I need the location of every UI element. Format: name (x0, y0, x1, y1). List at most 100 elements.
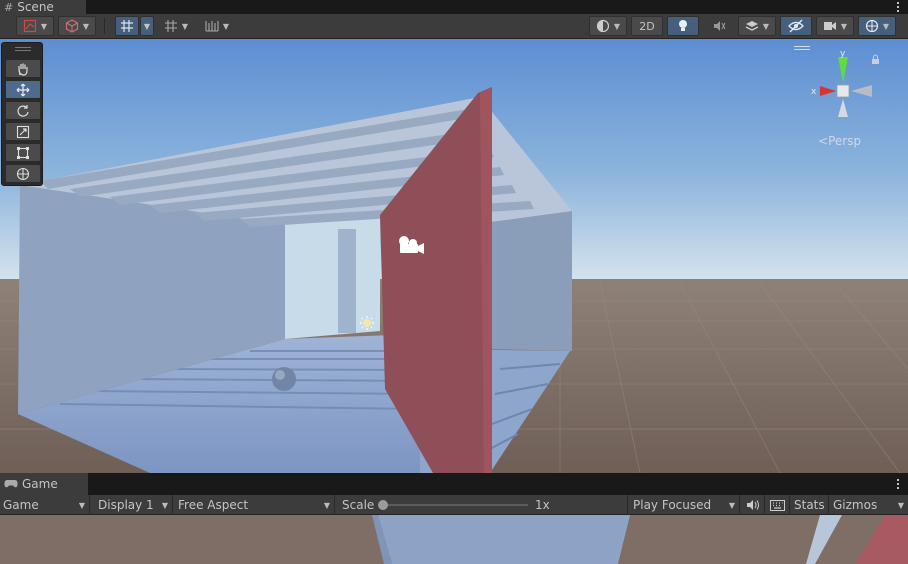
scale-tool-button[interactable] (5, 122, 41, 141)
scale-slider-handle[interactable] (378, 500, 388, 510)
game-panel-menu-icon[interactable] (894, 473, 902, 495)
hand-tool-button[interactable] (5, 59, 41, 78)
tab-scene-label: Scene (17, 0, 54, 14)
move-arrows-icon (16, 83, 30, 96)
shading-mode-button[interactable]: ▼ (589, 16, 627, 36)
2d-mode-label: 2D (639, 19, 655, 33)
game-floor-surface (378, 515, 630, 564)
cube-icon (65, 19, 78, 33)
neg-x-axis-cone[interactable] (851, 85, 872, 97)
hand-icon (18, 63, 28, 76)
chevron-down-icon: ▼ (161, 500, 168, 510)
right-wall (490, 211, 572, 351)
back-column (338, 229, 356, 333)
chevron-down-icon: ▼ (897, 500, 904, 510)
toolbar-divider (104, 18, 105, 34)
chevron-down-icon: ▼ (762, 21, 770, 31)
x-axis-cone[interactable] (820, 86, 836, 96)
ruler-icon (205, 21, 219, 32)
draw-mode-icon (23, 19, 37, 33)
stats-toggle[interactable]: Stats (791, 495, 829, 515)
play-mode-select-value: Play Focused (633, 498, 712, 512)
effects-button[interactable]: ▼ (738, 16, 776, 36)
game-toolbar: Game ▼ Display 1 ▼ Free Aspect ▼ Scale 1… (0, 495, 908, 515)
layers-icon (745, 21, 759, 31)
scene-visibility-toggle[interactable] (780, 16, 812, 36)
transform-tool-button[interactable] (5, 164, 41, 183)
keyboard-icon (770, 499, 785, 511)
gizmos-scene-button[interactable]: ▼ (858, 16, 896, 36)
camera-settings-button[interactable]: ▼ (816, 16, 854, 36)
eye-slash-icon (788, 19, 804, 33)
view-select-value: Game (3, 498, 39, 512)
tool-palette (1, 42, 43, 186)
scale-label-text: Scale (342, 498, 375, 512)
gizmo-center-cube[interactable] (836, 84, 850, 98)
scene-toolbar: ▼ ▼ ▼ ▼ ▼ ▼ 2D ▼ ▼ ▼ (0, 14, 908, 39)
chevron-down-icon: ▼ (40, 21, 48, 31)
gizmo-x-label: x (811, 87, 817, 97)
lighting-toggle[interactable] (667, 16, 699, 36)
chevron-down-icon: ▼ (143, 21, 151, 31)
sphere-shading-icon (596, 19, 610, 33)
keyboard-shortcuts-toggle[interactable] (766, 495, 790, 515)
draw-mode-button[interactable]: ▼ (16, 16, 54, 36)
grid-hash-icon: # (4, 0, 14, 14)
gizmos-toggle[interactable]: Gizmos ▼ (830, 495, 908, 515)
transform-icon (16, 167, 30, 180)
scale-label: Scale (339, 495, 379, 515)
tab-scene[interactable]: # Scene (0, 0, 86, 14)
scene-render (0, 39, 908, 473)
aspect-select-value: Free Aspect (178, 498, 249, 512)
game-tab-bar: Game (0, 473, 908, 495)
grid-snap-dropdown[interactable]: ▼ (140, 16, 154, 36)
projection-toggle[interactable]: <Persp (818, 134, 861, 148)
speaker-icon (746, 500, 759, 510)
tab-game-label: Game (22, 477, 58, 491)
scale-slider-track[interactable] (382, 504, 528, 506)
projection-label: Persp (828, 134, 862, 148)
audio-mute-icon (714, 21, 726, 31)
palette-grip-icon[interactable] (15, 47, 31, 51)
lightbulb-icon (679, 20, 687, 31)
neg-y-axis-cone[interactable] (838, 99, 848, 117)
mute-audio-toggle[interactable] (741, 495, 765, 515)
chevron-down-icon: ▼ (82, 21, 90, 31)
tab-game[interactable]: Game (0, 473, 88, 495)
view-select[interactable]: Game ▼ (0, 495, 90, 515)
scene-tab-bar: # Scene (0, 0, 908, 14)
grid-icon (164, 20, 177, 32)
game-view[interactable] (0, 515, 908, 564)
scene-panel-menu-icon[interactable] (894, 0, 902, 14)
sphere-highlight (275, 370, 285, 380)
chevron-down-icon: ▼ (323, 500, 330, 510)
grid-snap-toggle[interactable] (115, 16, 139, 36)
aspect-select[interactable]: Free Aspect ▼ (175, 495, 335, 515)
render-mode-button[interactable]: ▼ (58, 16, 96, 36)
scale-value-text: 1x (535, 498, 550, 512)
sphere-object (272, 367, 296, 391)
chevron-down-icon: ▼ (181, 21, 189, 31)
y-axis-cone[interactable] (838, 57, 848, 83)
rotate-tool-button[interactable] (5, 101, 41, 120)
lock-icon[interactable] (872, 54, 879, 64)
display-select[interactable]: Display 1 ▼ (95, 495, 173, 515)
rotate-icon (17, 104, 29, 117)
chevron-left-icon: < (818, 134, 829, 148)
scene-viewport[interactable] (0, 39, 908, 473)
gizmo-y-label: y (840, 49, 846, 59)
video-camera-icon (823, 22, 836, 30)
scale-value: 1x (532, 495, 628, 515)
stats-label: Stats (794, 498, 825, 512)
chevron-down-icon: ▼ (728, 500, 735, 510)
increment-snap-button[interactable]: ▼ (198, 16, 236, 36)
play-mode-select[interactable]: Play Focused ▼ (630, 495, 740, 515)
rect-tool-button[interactable] (5, 143, 41, 162)
grid-snap-icon (121, 20, 133, 32)
2d-mode-toggle[interactable]: 2D (631, 16, 663, 36)
gizmos-label: Gizmos (833, 498, 878, 512)
scale-icon (16, 125, 30, 138)
grid-visibility-button[interactable]: ▼ (158, 16, 194, 36)
audio-toggle[interactable] (703, 16, 735, 36)
move-tool-button[interactable] (5, 80, 41, 99)
